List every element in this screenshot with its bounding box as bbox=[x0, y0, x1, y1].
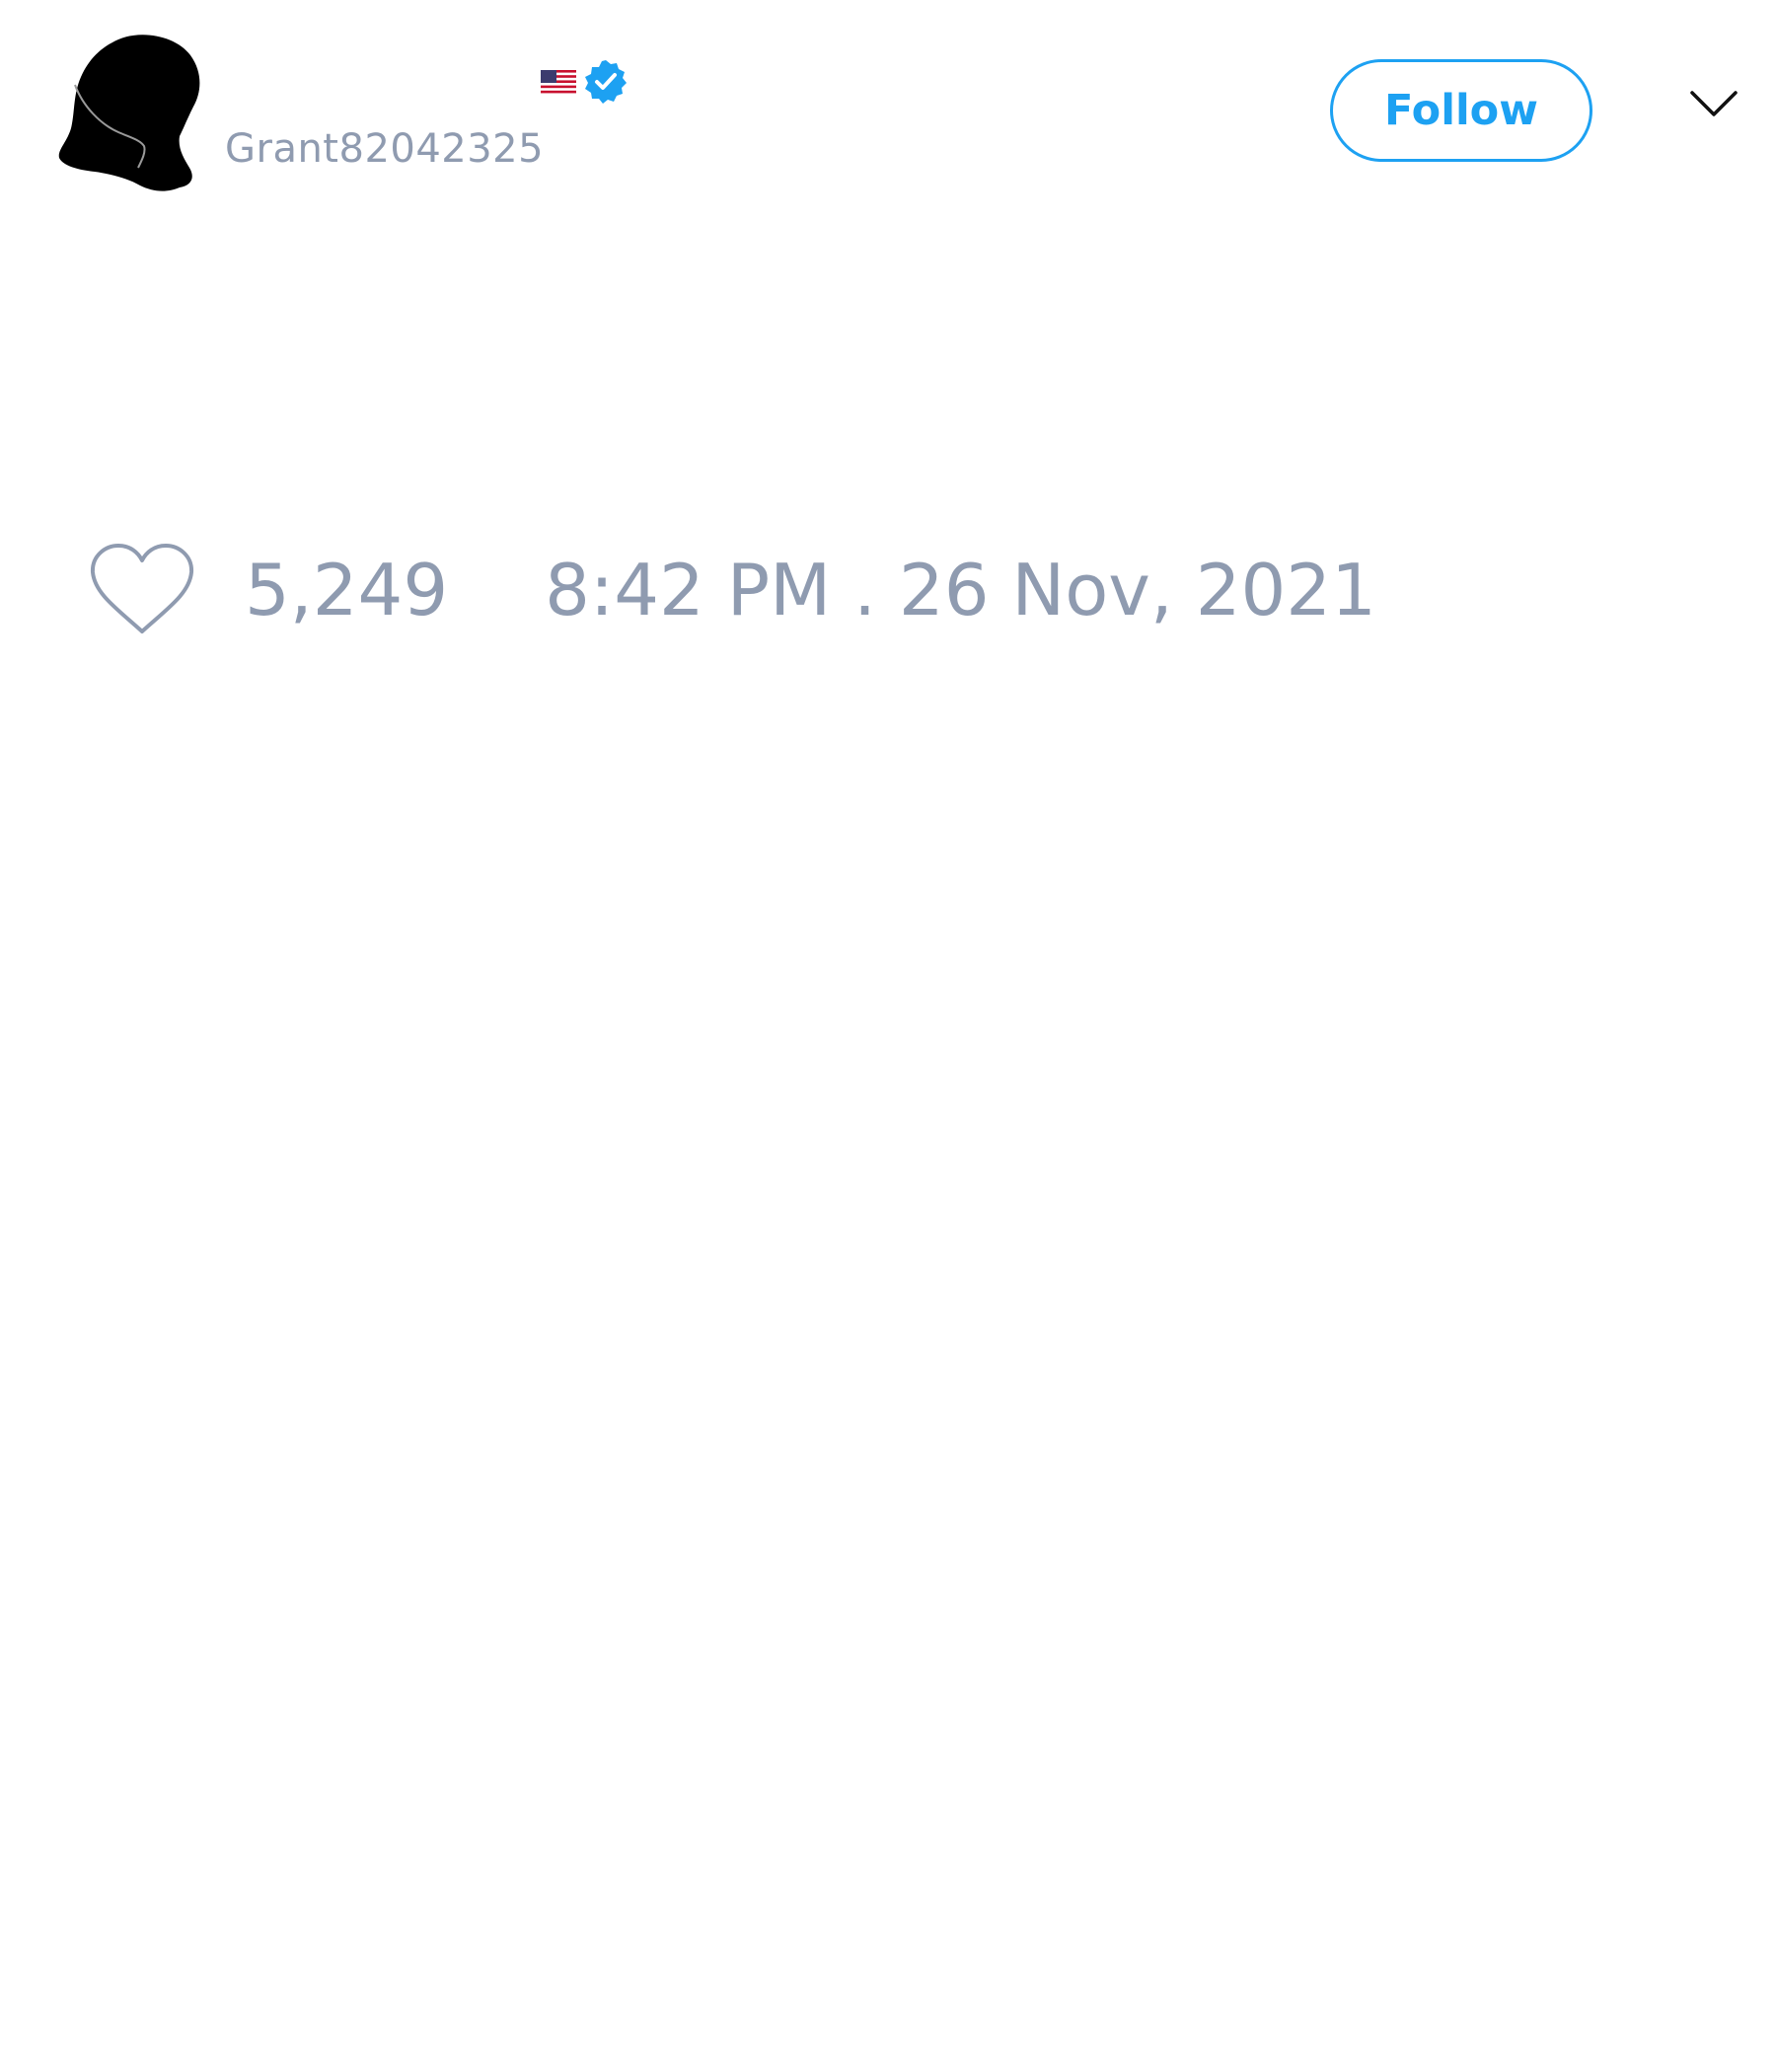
tweet-timestamp[interactable]: 8:42 PM . 26 Nov, 2021 bbox=[545, 549, 1376, 631]
tweet-meta-row: 5,249 8:42 PM . 26 Nov, 2021 bbox=[89, 541, 1376, 639]
more-options-button[interactable] bbox=[1689, 89, 1739, 118]
display-name-row bbox=[541, 57, 629, 107]
chevron-down-icon bbox=[1690, 91, 1738, 116]
user-handle[interactable]: Grant82042325 bbox=[225, 126, 544, 172]
heart-icon bbox=[90, 544, 194, 633]
avatar[interactable] bbox=[57, 30, 205, 197]
verified-badge-icon bbox=[585, 60, 627, 104]
tweet-card: Grant82042325 Follow 5,249 8:42 PM . 26 … bbox=[0, 0, 1776, 2072]
like-count: 5,249 bbox=[245, 549, 449, 631]
like-button[interactable] bbox=[89, 543, 195, 637]
us-flag-icon bbox=[541, 70, 576, 94]
follow-button[interactable]: Follow bbox=[1330, 59, 1592, 162]
silhouette-avatar-icon bbox=[58, 35, 200, 191]
